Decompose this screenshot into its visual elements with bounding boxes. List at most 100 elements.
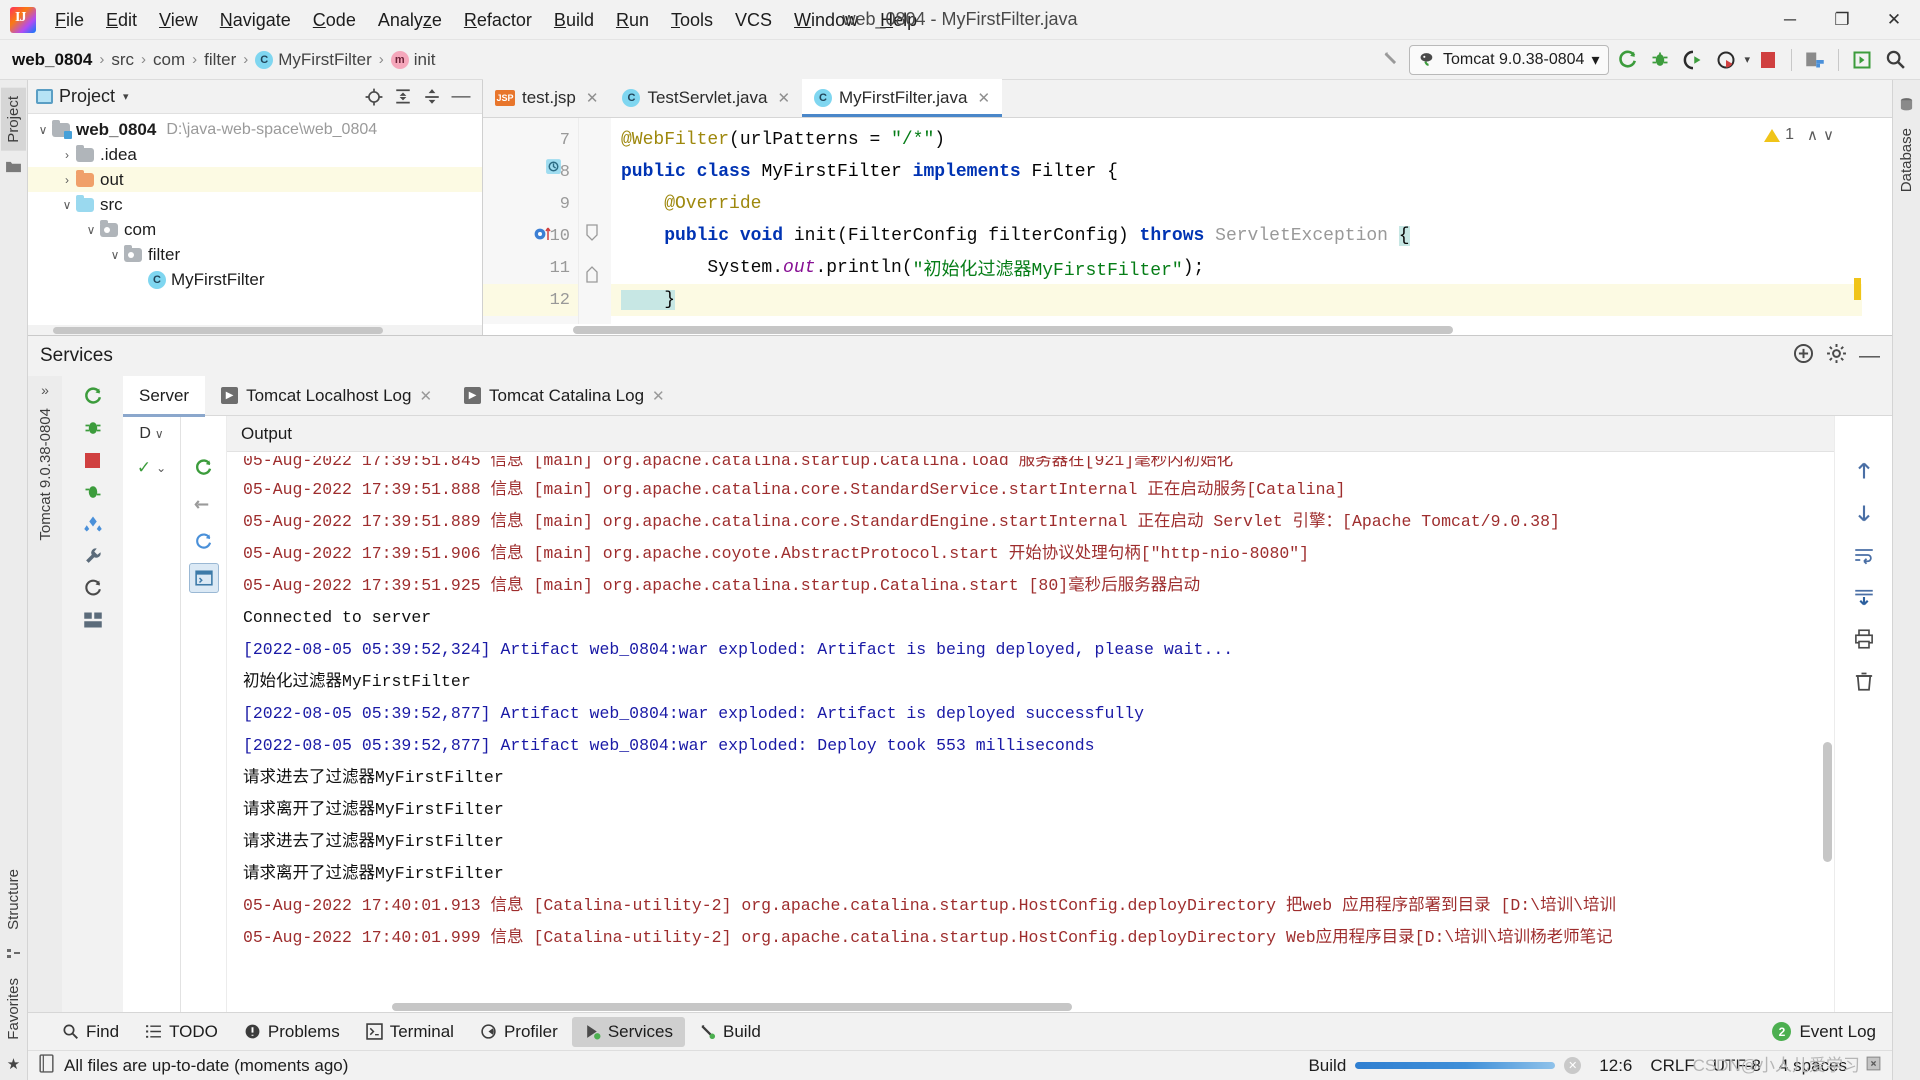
sidebar-item-structure[interactable]: Structure bbox=[1, 861, 26, 938]
chevron-collapsed-icon[interactable]: › bbox=[58, 173, 76, 187]
select-opened-file-icon[interactable] bbox=[1847, 45, 1877, 75]
breadcrumb-com[interactable]: com bbox=[153, 50, 185, 70]
menu-navigate[interactable]: Navigate bbox=[209, 5, 302, 35]
rerun-service-icon[interactable] bbox=[79, 382, 107, 410]
services-rail-label[interactable]: Tomcat 9.0.38-0804 bbox=[37, 404, 54, 545]
tree-item-filter[interactable]: ∨ filter bbox=[28, 242, 482, 267]
gear-icon[interactable] bbox=[1826, 343, 1847, 369]
run-with-coverage-icon[interactable] bbox=[1678, 45, 1708, 75]
project-tree-horizontal-scrollbar[interactable] bbox=[28, 325, 482, 335]
menu-vcs[interactable]: VCS bbox=[724, 5, 783, 35]
hide-panel-icon[interactable]: — bbox=[448, 84, 474, 110]
update-application-icon[interactable] bbox=[1800, 45, 1830, 75]
cancel-build-icon[interactable]: ✕ bbox=[1564, 1057, 1582, 1074]
chevron-collapsed-icon[interactable]: › bbox=[58, 148, 76, 162]
print-icon[interactable] bbox=[1849, 624, 1879, 654]
editor-gutter[interactable]: 7 8 9 10 11 12 bbox=[483, 118, 579, 324]
menu-view[interactable]: View bbox=[148, 5, 209, 35]
services-tree-row[interactable]: ✓ ⌄ bbox=[137, 452, 166, 484]
tool-button-todo[interactable]: TODO bbox=[133, 1017, 230, 1047]
chevron-expanded-icon[interactable]: ∨ bbox=[106, 248, 124, 262]
soft-wrap-icon[interactable] bbox=[1849, 540, 1879, 570]
sidebar-item-project[interactable]: Project bbox=[1, 88, 26, 151]
rerun-console-icon[interactable] bbox=[189, 452, 219, 482]
maximize-button[interactable]: ❐ bbox=[1816, 0, 1868, 40]
debug-icon[interactable] bbox=[1645, 45, 1675, 75]
close-tab-icon[interactable]: ✕ bbox=[586, 89, 599, 107]
console-output[interactable]: 05-Aug-2022 17:39:51.845 信息 [main] org.a… bbox=[227, 452, 1834, 1001]
debug-service-icon[interactable] bbox=[79, 414, 107, 442]
build-hammer-icon[interactable] bbox=[1376, 45, 1406, 75]
tool-button-services[interactable]: Services bbox=[571, 1016, 685, 1047]
menu-file[interactable]: File bbox=[44, 5, 95, 35]
clear-all-icon[interactable] bbox=[1849, 666, 1879, 696]
menu-build[interactable]: Build bbox=[543, 5, 605, 35]
tree-item-myfirstfilter[interactable]: C MyFirstFilter bbox=[28, 267, 482, 292]
caret-position[interactable]: 12:6 bbox=[1599, 1056, 1632, 1076]
breadcrumb-filter[interactable]: filter bbox=[204, 50, 236, 70]
breadcrumb-class[interactable]: MyFirstFilter bbox=[278, 50, 371, 70]
inspection-prev-icon[interactable]: ∧ bbox=[1807, 126, 1818, 144]
chevron-down-icon[interactable]: ▾ bbox=[123, 90, 129, 103]
sidebar-item-database[interactable]: Database bbox=[1894, 120, 1919, 200]
close-button[interactable]: ✕ bbox=[1868, 0, 1920, 40]
close-tab-icon[interactable]: ✕ bbox=[652, 387, 665, 405]
menu-refactor[interactable]: Refactor bbox=[453, 5, 543, 35]
implements-marker-icon[interactable] bbox=[545, 158, 562, 181]
expand-all-icon[interactable] bbox=[390, 84, 416, 110]
lock-icon[interactable] bbox=[1865, 1055, 1882, 1077]
editor-body[interactable]: 7 8 9 10 11 12 @WebFilter (urlPatterns =… bbox=[483, 118, 1892, 324]
code-content[interactable]: @WebFilter (urlPatterns = "/*") public cl… bbox=[611, 118, 1862, 324]
tree-item-web_0804[interactable]: ∨ web_0804 D:\java-web-space\web_0804 bbox=[28, 117, 482, 142]
event-log-label[interactable]: Event Log bbox=[1799, 1022, 1876, 1042]
stop-icon[interactable] bbox=[1753, 45, 1783, 75]
close-tab-icon[interactable]: ✕ bbox=[977, 89, 990, 107]
services-tree-header[interactable]: D ∨ bbox=[139, 416, 163, 452]
rerun-icon[interactable] bbox=[1612, 45, 1642, 75]
inspection-widget[interactable]: 1 ∧ ∨ bbox=[1764, 126, 1834, 144]
project-tree[interactable]: ∨ web_0804 D:\java-web-space\web_0804 › … bbox=[28, 114, 482, 325]
chevron-expanded-icon[interactable]: ∨ bbox=[82, 223, 100, 237]
fold-region-end-icon[interactable] bbox=[584, 265, 611, 288]
sidebar-item-favorites[interactable]: Favorites bbox=[1, 970, 26, 1048]
minimize-button[interactable]: ─ bbox=[1764, 0, 1816, 40]
tree-item-src[interactable]: ∨ src bbox=[28, 192, 482, 217]
undeploy-icon[interactable] bbox=[189, 489, 219, 519]
services-layout-icon[interactable] bbox=[79, 606, 107, 634]
menu-edit[interactable]: Edit bbox=[95, 5, 148, 35]
editor-fold-gutter[interactable] bbox=[579, 118, 611, 324]
redeploy-icon[interactable] bbox=[189, 526, 219, 556]
tool-button-terminal[interactable]: Terminal bbox=[354, 1017, 466, 1047]
menu-code[interactable]: Code bbox=[302, 5, 367, 35]
expand-rail-icon[interactable]: » bbox=[41, 382, 49, 398]
show-console-icon[interactable] bbox=[188, 563, 219, 593]
tool-button-find[interactable]: Find bbox=[50, 1017, 131, 1047]
profile-icon[interactable] bbox=[1711, 45, 1741, 75]
menu-run[interactable]: Run bbox=[605, 5, 660, 35]
stop-service-icon[interactable] bbox=[79, 446, 107, 474]
tool-button-build[interactable]: Build bbox=[687, 1017, 773, 1047]
menu-tools[interactable]: Tools bbox=[660, 5, 724, 35]
tree-item-com[interactable]: ∨ com bbox=[28, 217, 482, 242]
tab-server[interactable]: Server bbox=[123, 375, 206, 417]
filter-services-icon[interactable] bbox=[79, 510, 107, 538]
console-horizontal-scrollbar[interactable] bbox=[227, 1001, 1834, 1012]
tool-button-profiler[interactable]: Profiler bbox=[468, 1017, 570, 1047]
console-vertical-scrollbar[interactable] bbox=[1823, 742, 1832, 862]
menu-analyze[interactable]: Analyze bbox=[367, 5, 453, 35]
breadcrumb-method[interactable]: init bbox=[414, 50, 436, 70]
scroll-to-end-icon[interactable] bbox=[1849, 582, 1879, 612]
profile-chevron-icon[interactable]: ▾ bbox=[1744, 53, 1750, 66]
tab-myfirstfilter-java[interactable]: C MyFirstFilter.java ✕ bbox=[802, 79, 1003, 117]
search-everywhere-icon[interactable] bbox=[1880, 45, 1910, 75]
editor-horizontal-scrollbar[interactable] bbox=[483, 324, 1892, 335]
breadcrumb-project[interactable]: web_0804 bbox=[12, 50, 92, 70]
add-service-icon[interactable] bbox=[1793, 343, 1814, 369]
line-separator[interactable]: CRLF bbox=[1650, 1056, 1694, 1076]
tree-item-idea[interactable]: › .idea bbox=[28, 142, 482, 167]
chevron-down-icon[interactable]: ⌄ bbox=[156, 461, 166, 475]
tab-tomcat-localhost-log[interactable]: ▶ Tomcat Localhost Log ✕ bbox=[205, 376, 448, 416]
tab-tomcat-catalina-log[interactable]: ▶ Tomcat Catalina Log ✕ bbox=[448, 376, 681, 416]
menu-help[interactable]: Help bbox=[869, 5, 928, 35]
refresh-icon[interactable] bbox=[79, 574, 107, 602]
